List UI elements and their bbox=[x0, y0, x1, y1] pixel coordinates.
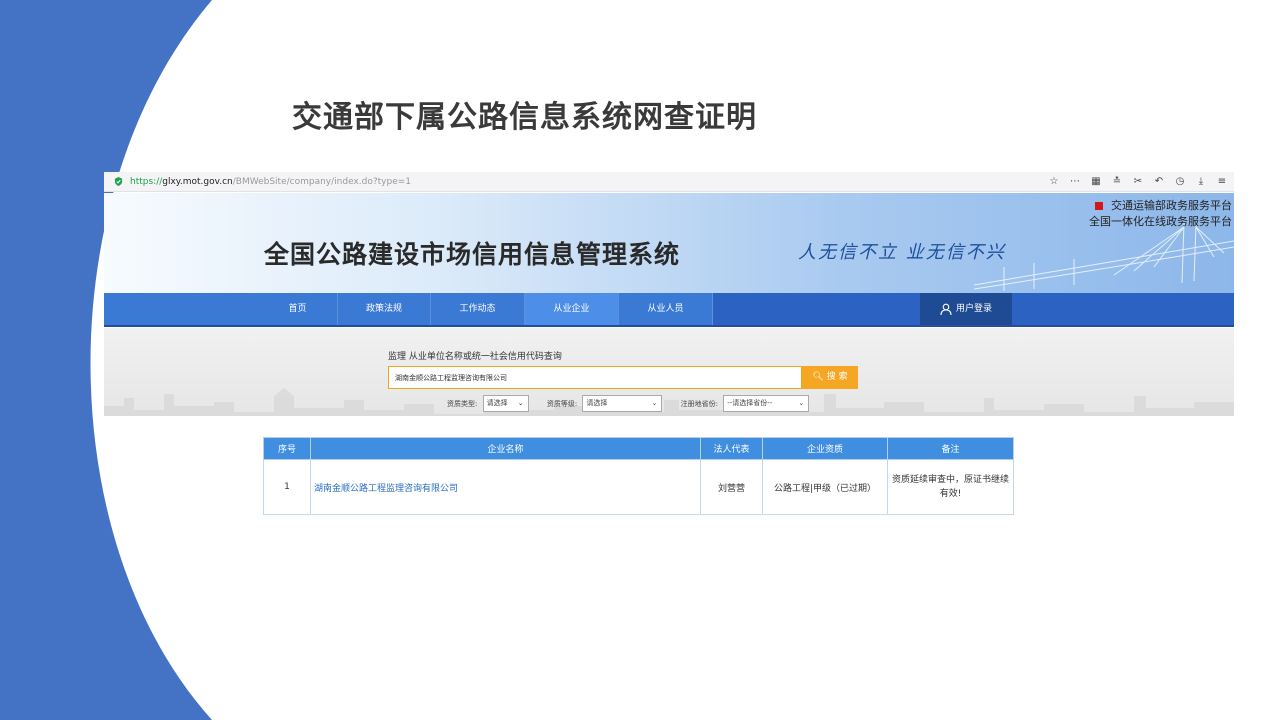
login-button[interactable]: 用户登录 bbox=[920, 293, 1012, 325]
row-index: 1 bbox=[263, 459, 311, 515]
nav-item-news[interactable]: 工作动态 bbox=[431, 293, 525, 325]
history-icon[interactable]: ◷ bbox=[1174, 176, 1186, 187]
column-header-qualification: 企业资质 bbox=[762, 437, 888, 460]
search-icon: 🔍︎ bbox=[812, 372, 824, 382]
column-header-note: 备注 bbox=[887, 437, 1014, 460]
search-button[interactable]: 🔍︎ 搜 索 bbox=[802, 366, 858, 389]
filter-row: 资质类型: 请选择 ⌄ 资质等级: 请选择 ⌄ 注册地省份: --请选择省份-- ⌄ bbox=[447, 395, 810, 412]
platform-links[interactable]: 交通运输部政务服务平台 全国一体化在线政务服务平台 bbox=[1089, 198, 1232, 230]
column-header-index: 序号 bbox=[263, 437, 311, 460]
red-square-icon bbox=[1095, 202, 1103, 210]
browser-toolbar: ☆ ⋯ ▦ ≛ ✂ ↶ ◷ ⤓ ≡ bbox=[1048, 176, 1234, 187]
column-header-name: 企业名称 bbox=[310, 437, 701, 460]
menu-icon[interactable]: ≡ bbox=[1216, 176, 1228, 187]
nav-item-policy[interactable]: 政策法规 bbox=[338, 293, 431, 325]
qualification-type-value: 请选择 bbox=[486, 399, 508, 407]
slide: 交通部下属公路信息系统网查证明 https://glxy.mot.gov.cn /… bbox=[0, 0, 1280, 720]
download-icon[interactable]: ⤓ bbox=[1195, 176, 1207, 187]
main-nav: 首页 政策法规 工作动态 从业企业 从业人员 用户登录 bbox=[104, 293, 1234, 327]
search-panel: 监理 从业单位名称或统一社会信用代码查询 🔍︎ 搜 索 资质类型: 请选择 ⌄ 资… bbox=[104, 328, 1234, 416]
province-label: 注册地省份: bbox=[680, 399, 719, 408]
qualification: 公路工程|甲级（已过期） bbox=[762, 459, 888, 515]
search-button-label: 搜 索 bbox=[826, 372, 848, 382]
slide-title: 交通部下属公路信息系统网查证明 bbox=[292, 100, 757, 135]
search-label: 监理 从业单位名称或统一社会信用代码查询 bbox=[388, 352, 562, 362]
url-path: /BMWebSite/company/index.do?type=1 bbox=[232, 176, 412, 187]
star-icon[interactable]: ☆ bbox=[1048, 176, 1060, 187]
url-host: glxy.mot.gov.cn bbox=[162, 176, 233, 187]
chevron-down-icon: ⌄ bbox=[798, 399, 805, 407]
secure-shield-icon bbox=[114, 177, 123, 186]
nav-item-personnel[interactable]: 从业人员 bbox=[619, 293, 713, 325]
table-header-row: 序号 企业名称 法人代表 企业资质 备注 bbox=[263, 437, 1014, 460]
company-name-link[interactable]: 湖南金顺公路工程监理咨询有限公司 bbox=[310, 459, 701, 515]
qualification-level-value: 请选择 bbox=[586, 399, 608, 407]
more-icon[interactable]: ⋯ bbox=[1069, 176, 1081, 187]
site-slogan: 人无信不立 业无信不兴 bbox=[798, 242, 1006, 263]
column-header-legal-rep: 法人代表 bbox=[700, 437, 763, 460]
platform-line-1[interactable]: 交通运输部政务服务平台 bbox=[1111, 199, 1232, 212]
qualification-type-label: 资质类型: bbox=[447, 399, 478, 408]
qualification-level-label: 资质等级: bbox=[546, 399, 578, 408]
bridge-illustration bbox=[974, 223, 1234, 291]
login-label: 用户登录 bbox=[955, 304, 992, 314]
url-protocol: https:// bbox=[130, 176, 163, 187]
platform-line-2[interactable]: 全国一体化在线政务服务平台 bbox=[1089, 214, 1232, 230]
site-banner: 全国公路建设市场信用信息管理系统 人无信不立 业无信不兴 交通运输部政务服务平台… bbox=[104, 193, 1234, 293]
table-row: 1 湖南金顺公路工程监理咨询有限公司 刘营营 公路工程|甲级（已过期） 资质延续… bbox=[263, 459, 1014, 515]
favorites-icon[interactable]: ≛ bbox=[1111, 176, 1123, 187]
site-title: 全国公路建设市场信用信息管理系统 bbox=[264, 240, 681, 269]
province-select[interactable]: --请选择省份-- ⌄ bbox=[723, 395, 810, 412]
qualification-level-select[interactable]: 请选择 ⌄ bbox=[582, 395, 663, 412]
results-table: 序号 企业名称 法人代表 企业资质 备注 1 湖南金顺公路工程监理咨询有限公司 … bbox=[263, 437, 1014, 515]
chevron-down-icon: ⌄ bbox=[517, 399, 524, 407]
chevron-down-icon: ⌄ bbox=[651, 399, 658, 407]
province-value: --请选择省份-- bbox=[727, 399, 773, 407]
legal-rep: 刘营营 bbox=[700, 459, 763, 515]
note: 资质延续审查中，原证书继续有效! bbox=[887, 459, 1014, 515]
undo-icon[interactable]: ↶ bbox=[1153, 176, 1165, 187]
grid-icon[interactable]: ▦ bbox=[1090, 176, 1102, 187]
nav-item-home[interactable]: 首页 bbox=[258, 293, 338, 325]
qualification-type-select[interactable]: 请选择 ⌄ bbox=[482, 395, 529, 412]
search-input[interactable] bbox=[388, 366, 802, 389]
user-icon bbox=[940, 303, 952, 315]
nav-spacer bbox=[104, 293, 258, 325]
nav-item-enterprises[interactable]: 从业企业 bbox=[525, 293, 619, 325]
browser-address-bar[interactable]: https://glxy.mot.gov.cn/BMWebSite/compan… bbox=[104, 172, 1234, 192]
scissors-icon[interactable]: ✂ bbox=[1132, 176, 1144, 187]
